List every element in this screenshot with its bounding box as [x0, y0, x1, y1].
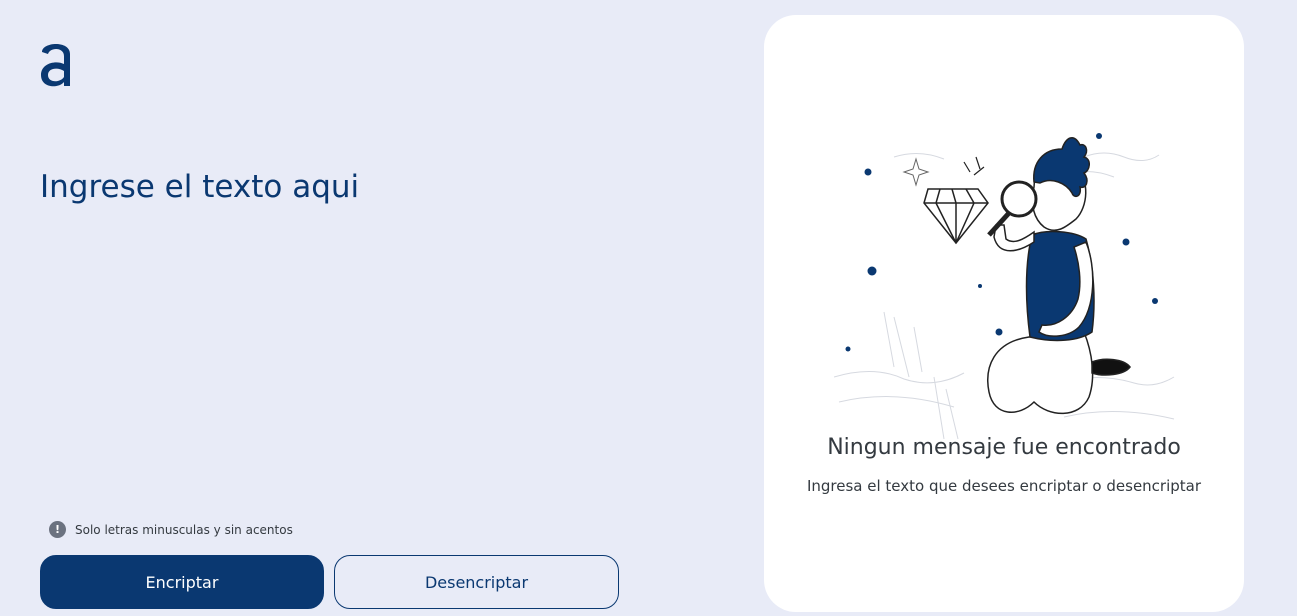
- input-hint: ! Solo letras minusculas y sin acentos: [49, 521, 293, 538]
- boy-with-magnifying-glass-illustration: [834, 133, 1175, 439]
- output-panel: Ningun mensaje fue encontrado Ingresa el…: [764, 15, 1244, 612]
- page: ! Solo letras minusculas y sin acentos E…: [0, 0, 1297, 616]
- hint-text: Solo letras minusculas y sin acentos: [75, 522, 293, 537]
- encrypt-button[interactable]: Encriptar: [40, 555, 324, 609]
- empty-state-subtitle: Ingresa el texto que desees encriptar o …: [806, 477, 1202, 495]
- alura-logo-icon: [41, 44, 70, 87]
- text-input[interactable]: [40, 168, 680, 468]
- exclamation-circle-icon: !: [49, 521, 66, 538]
- empty-state-title: Ningun mensaje fue encontrado: [827, 435, 1181, 460]
- decrypt-button[interactable]: Desencriptar: [334, 555, 619, 609]
